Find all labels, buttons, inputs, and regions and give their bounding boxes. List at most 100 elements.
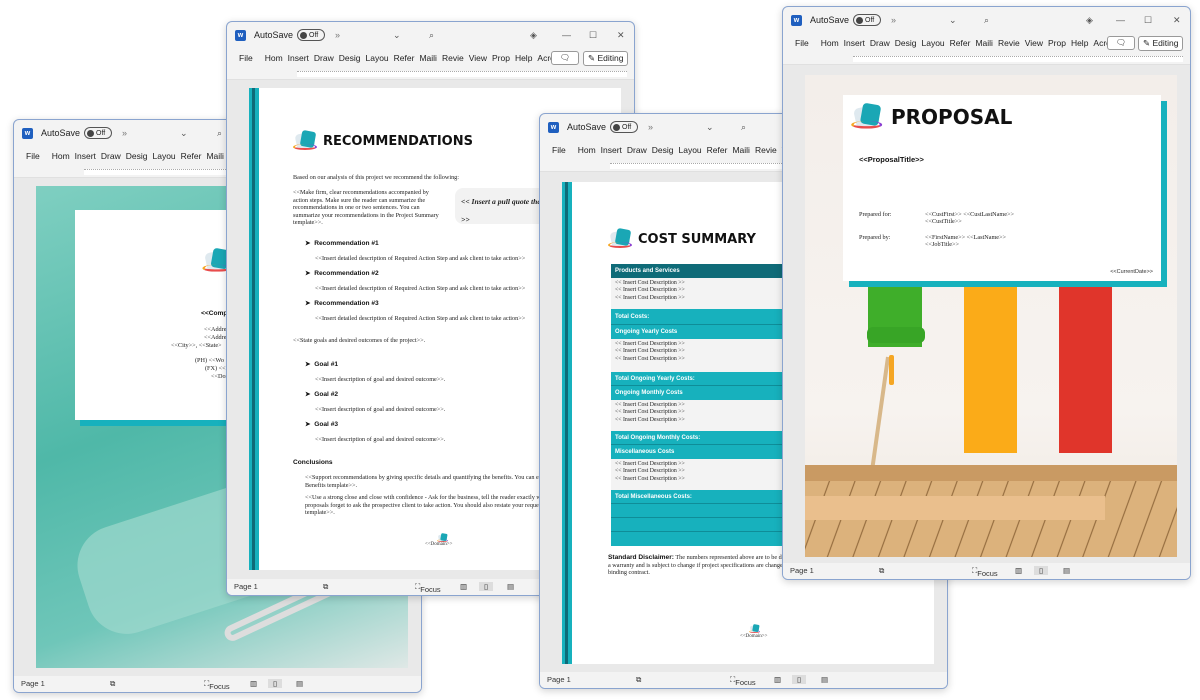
tab-references[interactable]: Refer [181,151,202,161]
tab-draw[interactable]: Draw [101,151,121,161]
accessibility-icon[interactable]: ⧉ [323,582,328,592]
read-mode-icon[interactable]: ▥ [250,679,257,688]
tab-insert[interactable]: Insert [288,53,309,63]
page-indicator[interactable]: Page 1 [21,679,45,688]
tab-review[interactable]: Revie [755,145,777,155]
read-mode-icon[interactable]: ▥ [460,582,467,591]
web-layout-icon[interactable]: ▤ [507,582,514,591]
editing-mode-button[interactable]: ✎ Editing [1138,36,1184,51]
overflow-icon[interactable]: » [335,30,340,40]
focus-mode-button[interactable]: ⛶ Focus [415,582,441,594]
tab-mailings[interactable]: Maili [975,38,992,48]
maximize-icon[interactable]: ☐ [589,30,597,41]
read-mode-icon[interactable]: ▥ [774,675,781,684]
tab-home[interactable]: Hom [578,145,596,155]
search-icon[interactable]: ⌕ [741,122,746,133]
tab-layout[interactable]: Layou [922,38,945,48]
chevron-down-icon[interactable]: ⌄ [393,30,401,41]
tab-draw[interactable]: Draw [314,53,334,63]
tab-layout[interactable]: Layou [153,151,176,161]
autosave-label: AutoSave [810,15,850,25]
tab-references[interactable]: Refer [950,38,971,48]
page-indicator[interactable]: Page 1 [790,566,814,575]
tab-help[interactable]: Help [1071,38,1088,48]
tab-draw[interactable]: Draw [870,38,890,48]
tab-view[interactable]: View [1025,38,1043,48]
accessibility-icon[interactable]: ⧉ [879,566,884,576]
tab-references[interactable]: Refer [394,53,415,63]
close-icon[interactable]: ✕ [617,30,625,41]
page-indicator[interactable]: Page 1 [234,582,258,591]
tab-draw[interactable]: Draw [627,145,647,155]
horizontal-ruler[interactable] [227,68,634,80]
tab-home[interactable]: Hom [821,38,839,48]
tab-file[interactable]: File [239,53,253,63]
overflow-icon[interactable]: » [891,15,896,25]
read-mode-icon[interactable]: ▥ [1015,566,1022,575]
web-layout-icon[interactable]: ▤ [1063,566,1070,575]
chevron-down-icon[interactable]: ⌄ [949,15,957,26]
tab-design[interactable]: Desig [652,145,674,155]
tab-mailings[interactable]: Maili [419,53,436,63]
tab-design[interactable]: Desig [126,151,148,161]
tab-file[interactable]: File [26,151,40,161]
accessibility-icon[interactable]: ⧉ [636,675,641,685]
tab-home[interactable]: Hom [52,151,70,161]
accessibility-icon[interactable]: ⧉ [110,679,115,689]
search-icon[interactable]: ⌕ [429,30,434,41]
focus-mode-button[interactable]: ⛶ Focus [204,679,230,691]
footer-logo-icon [749,624,761,634]
tab-references[interactable]: Refer [707,145,728,155]
tab-insert[interactable]: Insert [844,38,865,48]
prepared-for-label: Prepared for: [859,211,892,218]
tab-file[interactable]: File [552,145,566,155]
page-indicator[interactable]: Page 1 [547,675,571,684]
tab-help[interactable]: Help [515,53,532,63]
title-bar: w AutoSave Off » ⌄ ⌕ ◈ — ☐ ✕ [227,22,634,48]
tab-view[interactable]: View [469,53,487,63]
tab-insert[interactable]: Insert [75,151,96,161]
print-layout-icon[interactable]: ▯ [479,582,494,591]
tab-file[interactable]: File [795,38,809,48]
tab-review[interactable]: Revie [442,53,464,63]
minimize-icon[interactable]: — [562,30,571,40]
tab-review[interactable]: Revie [998,38,1020,48]
tab-design[interactable]: Desig [339,53,361,63]
tab-insert[interactable]: Insert [601,145,622,155]
web-layout-icon[interactable]: ▤ [821,675,828,684]
print-layout-icon[interactable]: ▯ [268,679,283,688]
close-icon[interactable]: ✕ [1173,15,1181,26]
diamond-icon[interactable]: ◈ [1086,15,1093,26]
tab-home[interactable]: Hom [265,53,283,63]
tab-layout[interactable]: Layou [679,145,702,155]
conclusions-heading: Conclusions [293,459,333,466]
minimize-icon[interactable]: — [1116,15,1125,25]
comments-button[interactable]: 🗨 [1107,36,1135,50]
comments-button[interactable]: 🗨 [551,51,579,65]
autosave-toggle[interactable]: Off [853,14,882,26]
search-icon[interactable]: ⌕ [984,15,989,26]
editing-mode-button[interactable]: ✎ Editing [583,51,629,66]
tab-mailings[interactable]: Maili [732,145,749,155]
chevron-down-icon[interactable]: ⌄ [180,128,188,139]
autosave-toggle[interactable]: Off [84,127,113,139]
tab-properties[interactable]: Prop [492,53,510,63]
autosave-toggle[interactable]: Off [297,29,326,41]
tab-mailings[interactable]: Maili [206,151,223,161]
overflow-icon[interactable]: » [648,122,653,132]
tab-layout[interactable]: Layou [366,53,389,63]
print-layout-icon[interactable]: ▯ [792,675,807,684]
autosave-toggle[interactable]: Off [610,121,639,133]
chevron-down-icon[interactable]: ⌄ [706,122,714,133]
focus-mode-button[interactable]: ⛶ Focus [730,675,756,687]
maximize-icon[interactable]: ☐ [1144,15,1152,26]
web-layout-icon[interactable]: ▤ [296,679,303,688]
horizontal-ruler[interactable] [783,53,1190,65]
tab-design[interactable]: Desig [895,38,917,48]
focus-mode-button[interactable]: ⛶ Focus [972,566,998,578]
search-icon[interactable]: ⌕ [217,128,222,139]
diamond-icon[interactable]: ◈ [530,30,537,41]
tab-properties[interactable]: Prop [1048,38,1066,48]
print-layout-icon[interactable]: ▯ [1034,566,1049,575]
overflow-icon[interactable]: » [122,128,127,138]
